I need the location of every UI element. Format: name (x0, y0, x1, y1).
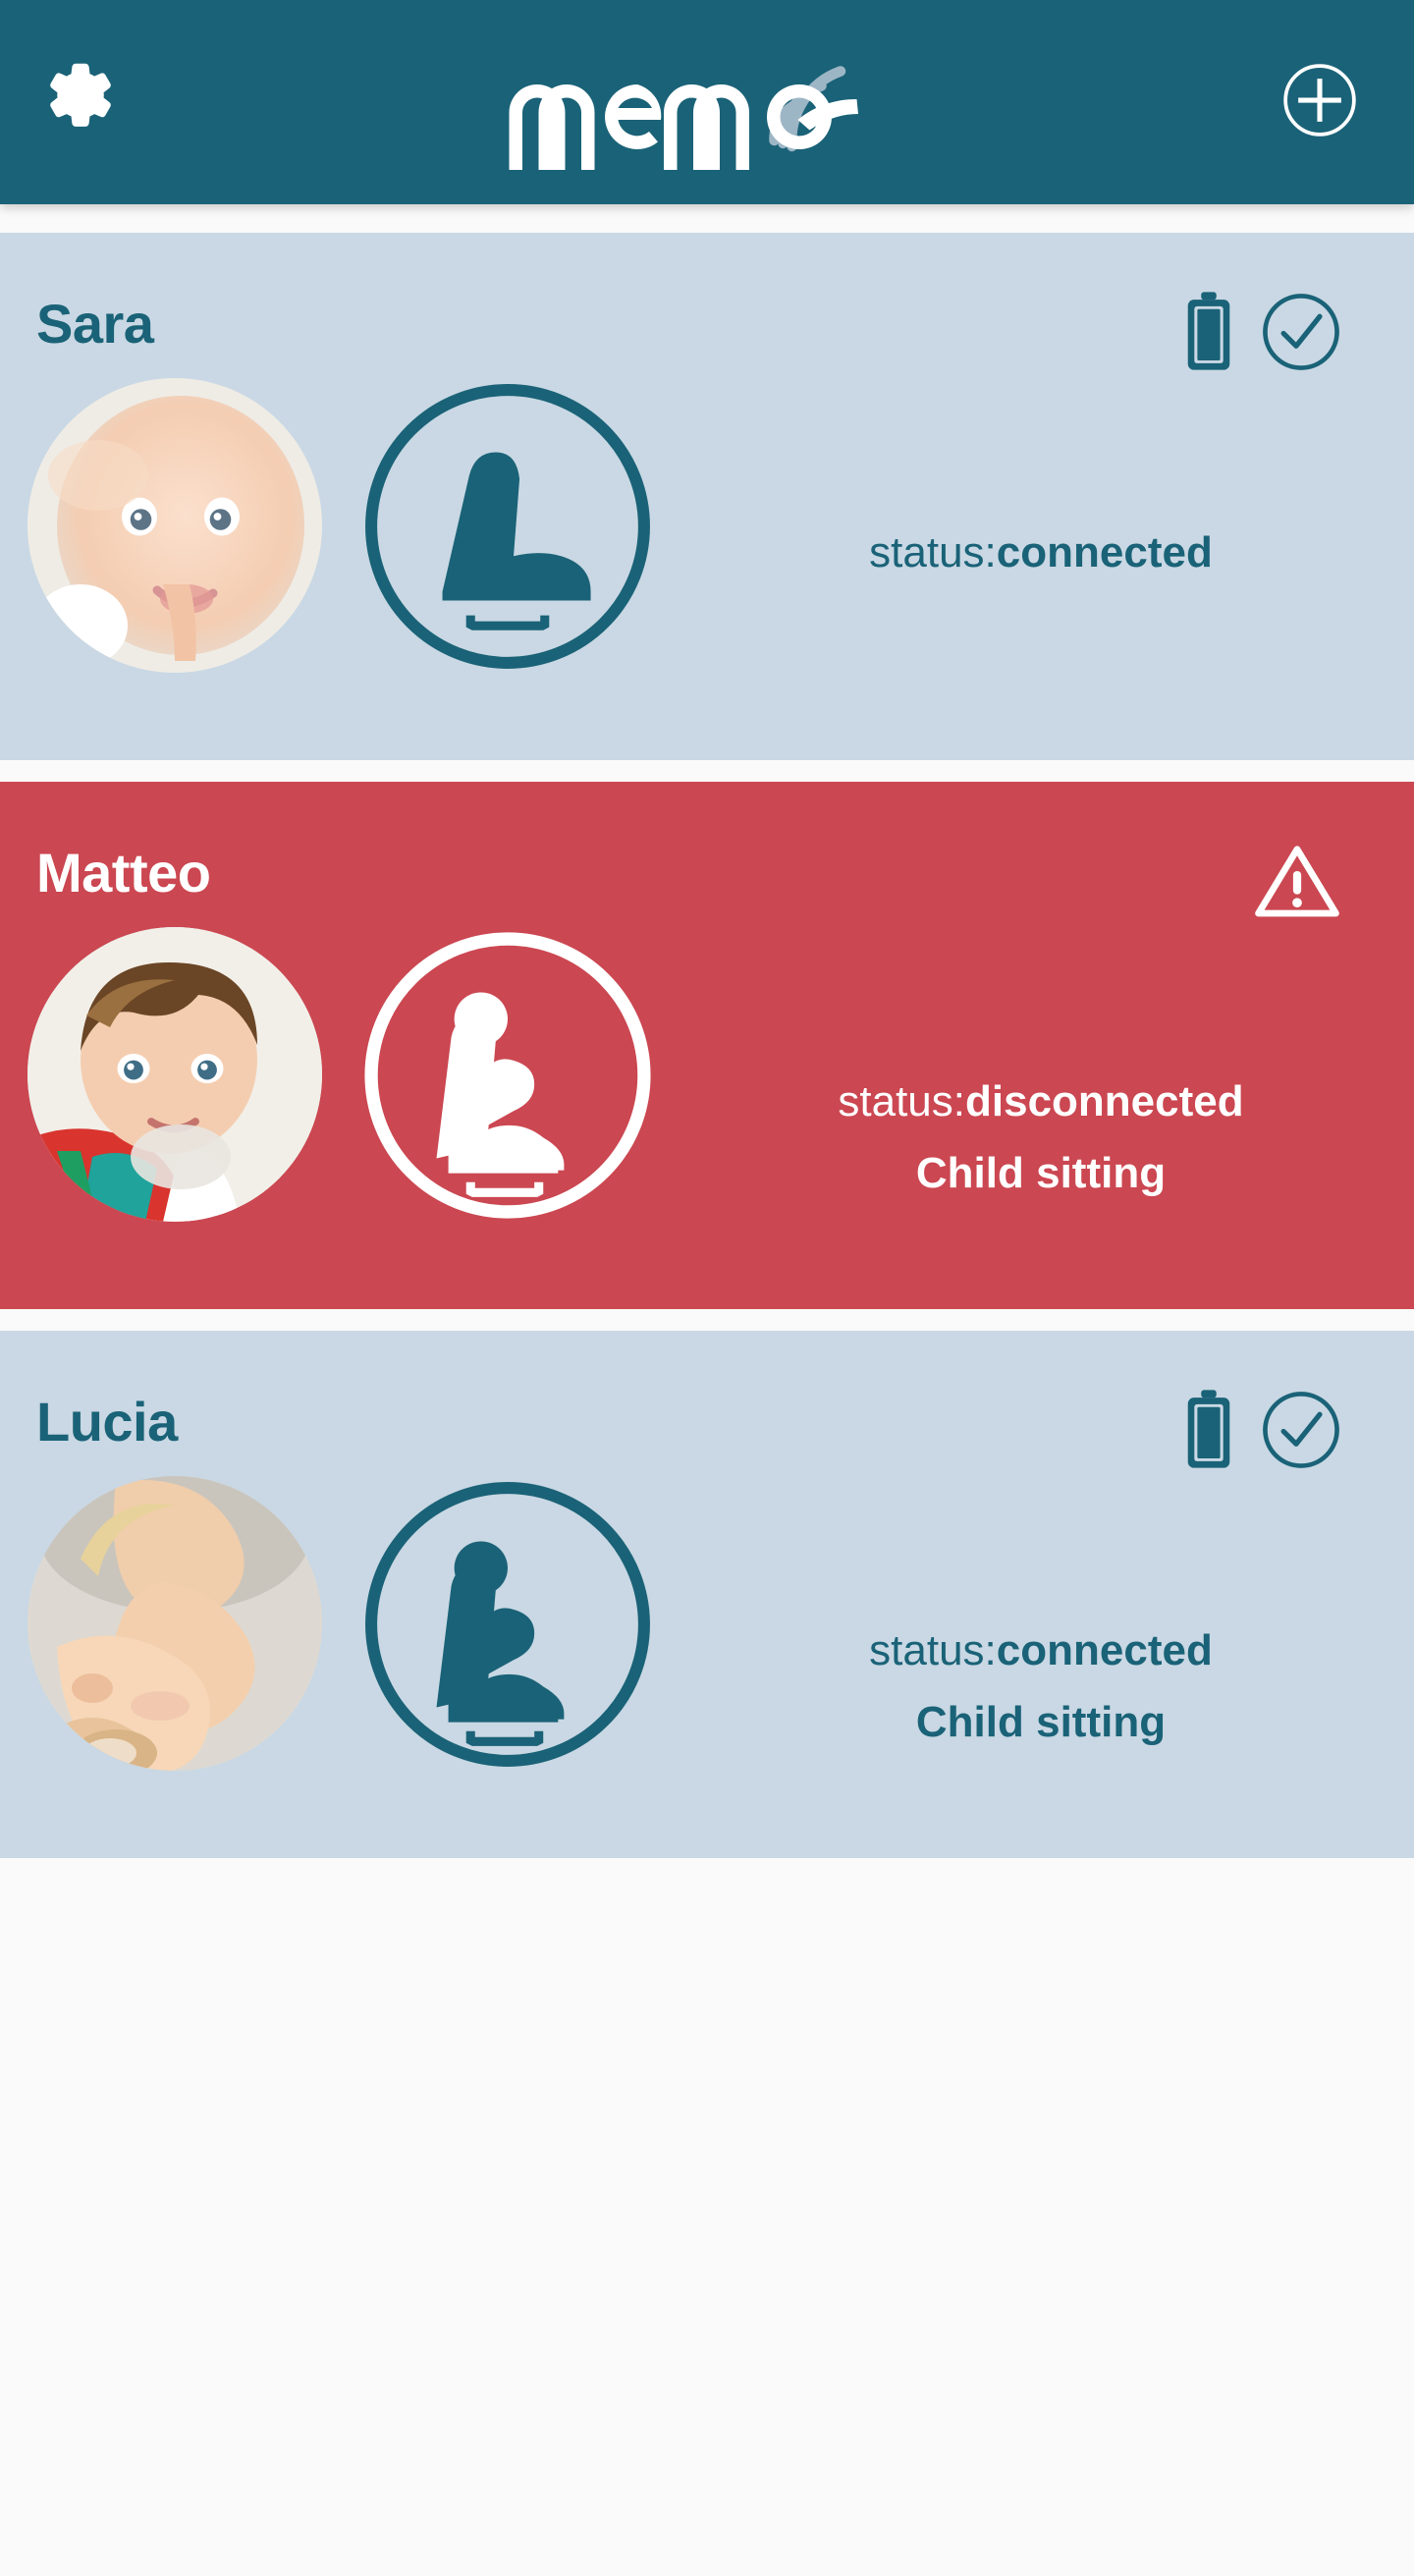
avatar (27, 927, 322, 1222)
child-card-matteo[interactable]: Matteo status:disconnected Child sitting (0, 782, 1414, 1309)
toddler-photo-avatar (27, 1476, 322, 1771)
car-seat-occupied-icon (359, 927, 656, 1224)
status-block: status:connected Child sitting (707, 1625, 1375, 1748)
plus-circle-icon (1279, 60, 1360, 145)
battery-full-icon (1180, 1388, 1237, 1477)
status-block: status:connected (707, 527, 1375, 577)
child-card-sara[interactable]: Sara status:connected (0, 233, 1414, 760)
status-line: status:connected (707, 1625, 1375, 1675)
warning-triangle-icon (1251, 839, 1343, 928)
add-child-button[interactable] (1273, 55, 1367, 149)
avatar (27, 378, 322, 673)
car-seat-empty-icon (359, 378, 656, 675)
app-root: Sara status:connected Matteo status:disc… (0, 0, 1414, 2576)
status-label: status: (869, 528, 997, 576)
status-block: status:disconnected Child sitting (707, 1076, 1375, 1199)
check-circle-icon (1259, 1388, 1343, 1477)
child-name: Matteo (36, 842, 211, 904)
occupancy-text: Child sitting (915, 1698, 1167, 1747)
child-photo-avatar (27, 927, 322, 1222)
status-label: status: (838, 1077, 965, 1125)
app-header (0, 0, 1414, 204)
status-icon-group (1180, 290, 1343, 379)
status-value: disconnected (965, 1077, 1244, 1125)
status-icon-group (1251, 839, 1343, 928)
app-logo (108, 28, 1273, 176)
car-seat-occupied-icon (359, 1476, 656, 1773)
status-value: connected (996, 528, 1213, 576)
baby-photo-avatar (27, 378, 322, 673)
avatar (27, 1476, 322, 1771)
battery-full-icon (1180, 290, 1237, 379)
check-circle-icon (1259, 290, 1343, 379)
status-line: status:disconnected (707, 1076, 1375, 1126)
child-card-lucia[interactable]: Lucia status:connected Child sitting (0, 1331, 1414, 1858)
status-icon-group (1180, 1388, 1343, 1477)
child-card-list: Sara status:connected Matteo status:disc… (0, 233, 1414, 1880)
occupancy-text: Child sitting (915, 1149, 1167, 1198)
child-name: Lucia (36, 1391, 178, 1452)
status-line: status:connected (707, 527, 1375, 577)
status-value: connected (996, 1626, 1213, 1674)
memo-wordmark-icon (509, 66, 858, 170)
status-label: status: (869, 1626, 997, 1674)
child-name: Sara (36, 293, 154, 355)
